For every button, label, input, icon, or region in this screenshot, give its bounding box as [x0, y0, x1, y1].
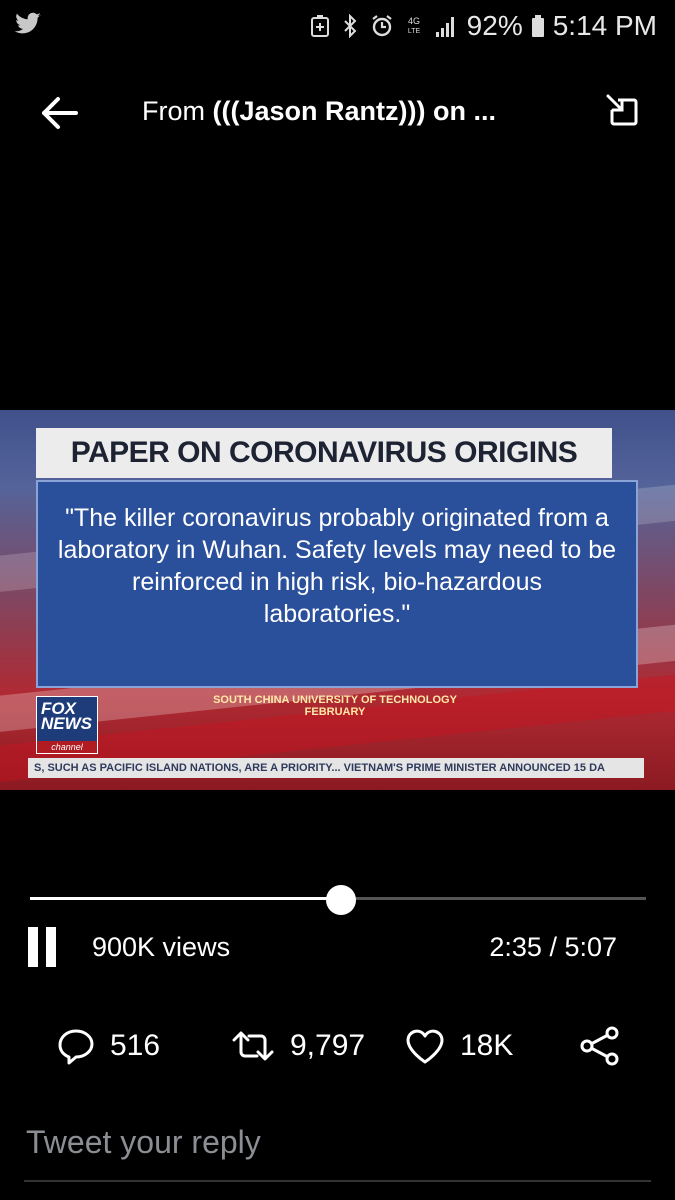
- retweet-button[interactable]: 9,797: [230, 1018, 365, 1074]
- svg-text:4G: 4G: [408, 16, 420, 26]
- title-prefix: From: [142, 96, 213, 126]
- reply-icon: [58, 1029, 94, 1065]
- heart-icon: [406, 1029, 444, 1064]
- video-progress-bar[interactable]: [30, 885, 646, 915]
- status-bar: 4G LTE 92% 5:14 PM: [0, 0, 675, 52]
- like-button[interactable]: 18K: [404, 1018, 513, 1074]
- video-headline: PAPER ON CORONAVIRUS ORIGINS: [36, 428, 612, 478]
- source-line2: FEBRUARY: [304, 706, 366, 718]
- top-app-bar: From (((Jason Rantz))) on ...: [0, 78, 675, 146]
- back-arrow-icon[interactable]: [36, 90, 82, 136]
- title-author: (((Jason Rantz))) on ...: [212, 96, 496, 126]
- battery-icon: [531, 15, 544, 37]
- ticker-text: S, SUCH AS PACIFIC ISLAND NATIONS, ARE A…: [34, 762, 605, 774]
- reply-button[interactable]: 516: [56, 1018, 160, 1074]
- logo-channel: channel: [37, 741, 97, 753]
- bluetooth-icon: [343, 14, 357, 38]
- share-button[interactable]: [578, 1018, 622, 1074]
- video-player[interactable]: PAPER ON CORONAVIRUS ORIGINS "The killer…: [0, 410, 675, 790]
- news-ticker: S, SUCH AS PACIFIC ISLAND NATIONS, ARE A…: [28, 758, 644, 778]
- battery-saver-icon: [310, 15, 329, 37]
- pause-button[interactable]: [28, 927, 56, 967]
- reply-divider: [24, 1180, 651, 1182]
- lte-icon: 4G LTE: [408, 16, 421, 35]
- video-source: SOUTH CHINA UNIVERSITY OF TECHNOLOGY FEB…: [160, 694, 510, 718]
- reply-count: 516: [110, 1029, 161, 1062]
- page-title: From (((Jason Rantz))) on ...: [142, 96, 496, 127]
- battery-percent: 92%: [466, 10, 523, 41]
- clock: 5:14 PM: [552, 10, 657, 41]
- twitter-bird-icon: [14, 12, 41, 34]
- view-count: 900K views: [92, 932, 231, 962]
- quote-box: "The killer coronavirus probably origina…: [36, 480, 638, 688]
- like-count: 18K: [460, 1029, 514, 1062]
- share-icon: [580, 1026, 619, 1066]
- playback-time: 2:35 / 5:07: [489, 932, 617, 962]
- video-quote: "The killer coronavirus probably origina…: [57, 504, 617, 628]
- progress-thumb[interactable]: [326, 885, 357, 915]
- alarm-icon: [372, 15, 392, 37]
- signal-icon: [435, 17, 454, 37]
- source-line1: SOUTH CHINA UNIVERSITY OF TECHNOLOGY: [213, 694, 457, 706]
- retweet-count: 9,797: [290, 1029, 366, 1062]
- reply-input[interactable]: Tweet your reply: [26, 1124, 261, 1161]
- fox-news-logo: FOX NEWS channel: [36, 696, 98, 754]
- logo-news: NEWS: [41, 714, 92, 733]
- tweet-actions: 516 9,797 18K: [0, 1018, 675, 1074]
- minimize-pip-icon[interactable]: [600, 90, 644, 134]
- progress-played: [30, 897, 342, 900]
- retweet-icon: [232, 1031, 274, 1061]
- svg-text:LTE: LTE: [408, 28, 421, 35]
